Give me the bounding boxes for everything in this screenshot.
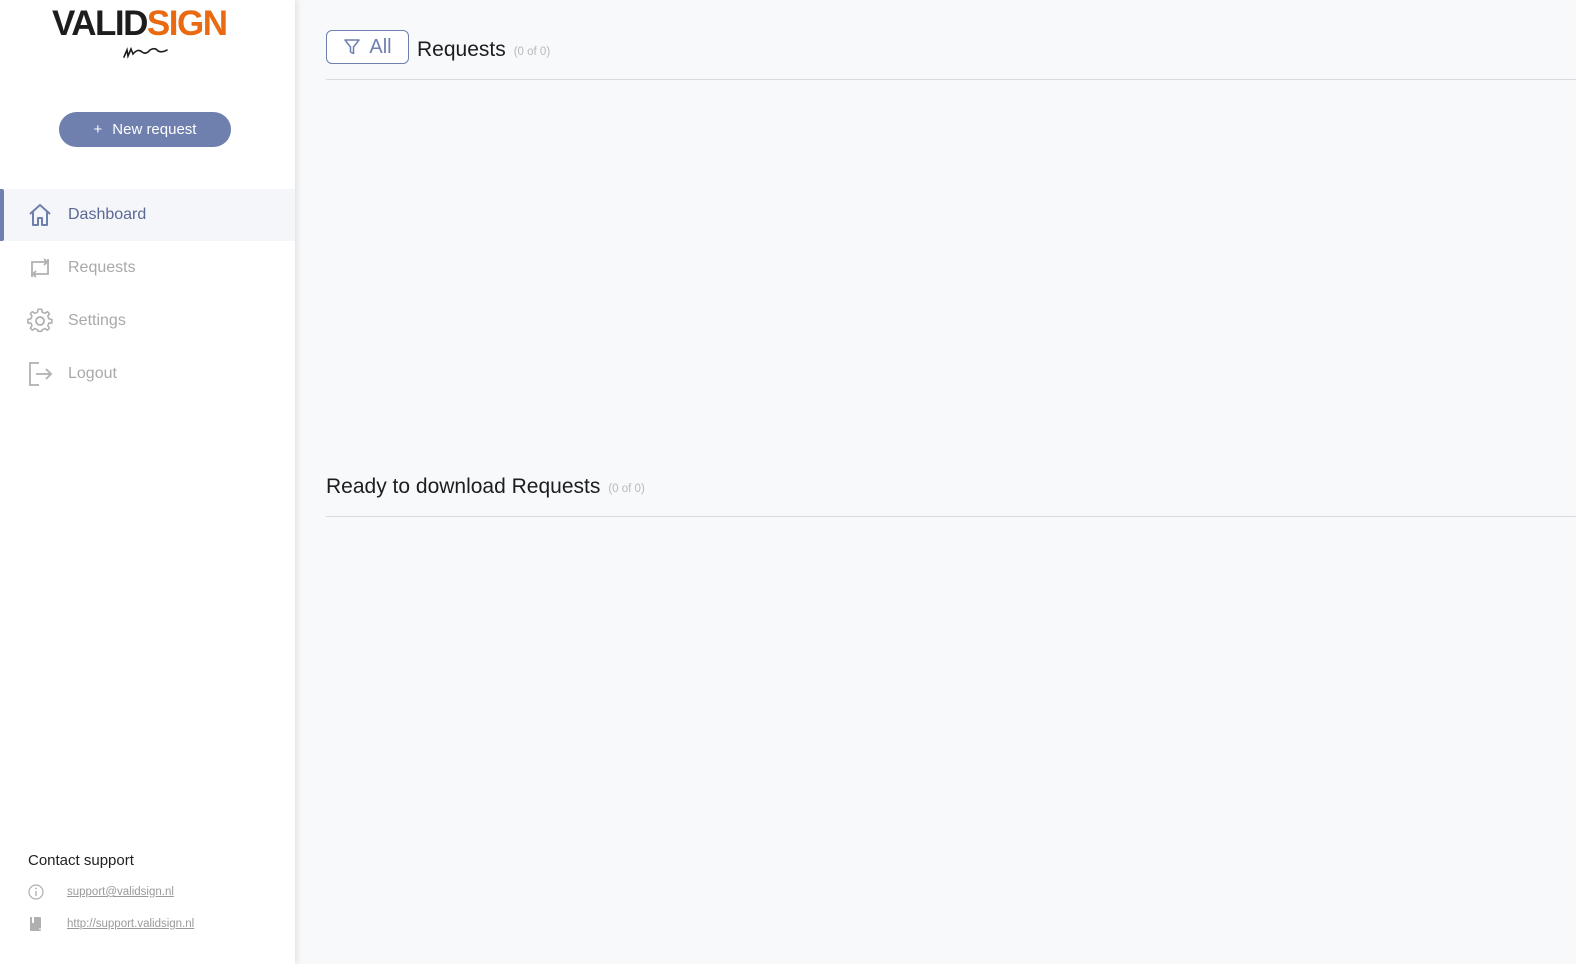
sidebar-item-settings[interactable]: Settings: [0, 295, 295, 347]
ready-title: Ready to download Requests: [326, 475, 601, 498]
support-title: Contact support: [28, 852, 134, 869]
sidebar-nav: Dashboard Requests Settings Logout: [0, 189, 295, 401]
filter-all-button[interactable]: All: [326, 30, 409, 64]
requests-section-header: All Requests (0 of 0): [326, 30, 1576, 80]
filter-icon: [344, 39, 361, 55]
filter-label: All: [369, 35, 392, 58]
logo-text-sign: SIGN: [146, 4, 228, 43]
support-email-row: support@validsign.nl: [28, 883, 194, 901]
swap-arrows-icon: [27, 255, 53, 281]
sidebar-item-dashboard[interactable]: Dashboard: [0, 189, 295, 241]
sidebar-item-logout[interactable]: Logout: [0, 348, 295, 400]
support-url-link[interactable]: http://support.validsign.nl: [67, 918, 194, 930]
sidebar-item-requests[interactable]: Requests: [0, 242, 295, 294]
ready-section-header: Ready to download Requests (0 of 0): [326, 469, 1576, 517]
sidebar-item-label: Settings: [68, 312, 126, 329]
new-request-label: New request: [112, 121, 197, 138]
main-content: All Requests (0 of 0) Ready to download …: [326, 0, 1576, 964]
support-email-link[interactable]: support@validsign.nl: [67, 886, 174, 898]
sidebar-item-label: Logout: [68, 365, 117, 382]
plus-icon: +: [93, 121, 103, 138]
logo-text-valid: VALID: [52, 4, 148, 43]
logout-icon: [27, 361, 53, 387]
validsign-logo[interactable]: VALIDSIGN: [52, 4, 242, 64]
sidebar: VALIDSIGN + New request Dashboard Reques…: [0, 0, 295, 964]
requests-count: (0 of 0): [513, 46, 551, 58]
requests-title: Requests: [417, 38, 506, 61]
support-url-row: http://support.validsign.nl: [28, 915, 194, 933]
signature-squiggle-icon: [123, 46, 168, 59]
logo-text: VALIDSIGN: [52, 4, 242, 44]
sidebar-item-label: Requests: [68, 259, 136, 276]
gear-icon: [27, 308, 53, 334]
ready-count: (0 of 0): [608, 483, 645, 495]
contact-support: Contact support support@validsign.nl htt…: [28, 852, 194, 947]
book-icon: [28, 916, 44, 932]
home-icon: [27, 202, 53, 228]
sidebar-item-label: Dashboard: [68, 206, 147, 223]
info-icon: [28, 884, 44, 900]
new-request-button[interactable]: + New request: [59, 112, 231, 147]
